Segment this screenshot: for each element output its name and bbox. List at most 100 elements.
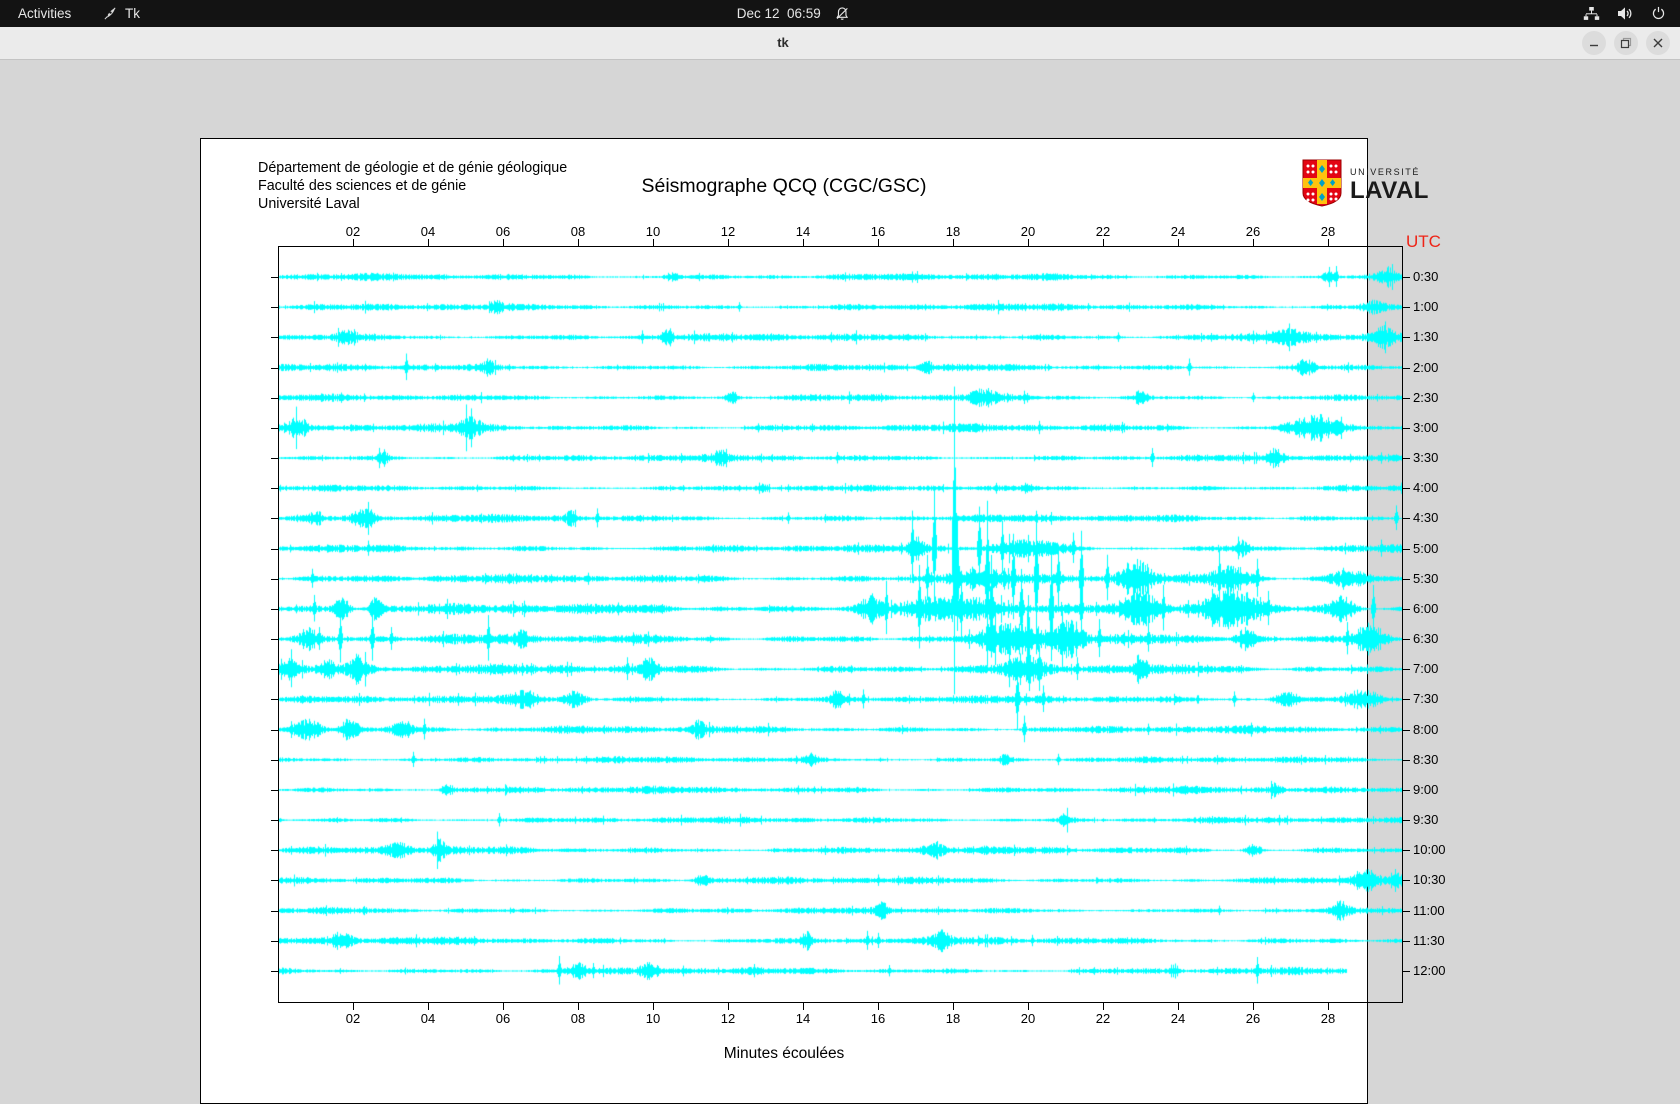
row-tick-right (1403, 368, 1410, 369)
row-tick-right (1403, 941, 1410, 942)
x-tick-bottom (1253, 1003, 1254, 1010)
row-time-label: 10:30 (1413, 872, 1446, 888)
row-tick-left (271, 880, 278, 881)
row-tick-left (271, 368, 278, 369)
row-time-label: 10:00 (1413, 842, 1446, 858)
row-tick-left (271, 699, 278, 700)
x-tick-label-bottom: 24 (1171, 1011, 1185, 1026)
row-tick-right (1403, 579, 1410, 580)
laval-shield-icon (1302, 159, 1342, 212)
row-tick-right (1403, 518, 1410, 519)
row-tick-right (1403, 850, 1410, 851)
row-tick-left (271, 549, 278, 550)
row-time-label: 2:30 (1413, 390, 1438, 406)
clock-text: Dec 12 06:59 (737, 6, 821, 21)
x-tick-label-top: 18 (946, 224, 960, 239)
logo-laval-text: LAVAL (1350, 179, 1429, 203)
x-tick-label-top: 16 (871, 224, 885, 239)
row-tick-left (271, 398, 278, 399)
row-time-label: 4:30 (1413, 510, 1438, 526)
close-button[interactable] (1646, 31, 1670, 55)
x-tick-label-bottom: 18 (946, 1011, 960, 1026)
x-tick-label-top: 04 (421, 224, 435, 239)
power-icon (1651, 6, 1666, 21)
row-tick-left (271, 458, 278, 459)
minimize-button[interactable] (1582, 31, 1606, 55)
volume-icon (1617, 6, 1634, 21)
row-tick-right (1403, 609, 1410, 610)
row-tick-right (1403, 428, 1410, 429)
x-tick-bottom (728, 1003, 729, 1010)
focused-app-menu[interactable]: Tk (103, 0, 140, 27)
x-tick-top (653, 239, 654, 246)
x-tick-label-bottom: 08 (571, 1011, 585, 1026)
window-title: tk (0, 27, 1566, 59)
row-time-label: 12:00 (1413, 963, 1446, 979)
row-time-label: 11:30 (1413, 933, 1445, 949)
row-time-label: 4:00 (1413, 480, 1438, 496)
row-tick-right (1403, 549, 1410, 550)
row-time-label: 6:30 (1413, 631, 1438, 647)
row-tick-left (271, 428, 278, 429)
x-tick-top (953, 239, 954, 246)
x-tick-top (1178, 239, 1179, 246)
row-time-label: 1:00 (1413, 299, 1438, 315)
x-tick-label-top: 08 (571, 224, 585, 239)
row-tick-right (1403, 669, 1410, 670)
row-time-label: 2:00 (1413, 360, 1438, 376)
x-tick-label-bottom: 10 (646, 1011, 660, 1026)
row-tick-right (1403, 488, 1410, 489)
x-tick-label-top: 20 (1021, 224, 1035, 239)
logo-universite-text: UNIVERSITÉ (1350, 168, 1429, 177)
page-title: Séismographe QCQ (CGC/GSC) (201, 175, 1367, 198)
window-content: Département de géologie et de génie géol… (0, 60, 1680, 1050)
x-tick-bottom (953, 1003, 954, 1010)
row-tick-right (1403, 699, 1410, 700)
x-tick-label-bottom: 22 (1096, 1011, 1110, 1026)
row-time-label: 8:00 (1413, 722, 1438, 738)
row-tick-right (1403, 790, 1410, 791)
x-tick-top (1328, 239, 1329, 246)
maximize-button[interactable] (1614, 31, 1638, 55)
row-tick-right (1403, 820, 1410, 821)
tk-app-icon (103, 6, 118, 21)
x-tick-label-bottom: 20 (1021, 1011, 1035, 1026)
x-tick-top (578, 239, 579, 246)
clock-menu[interactable]: Dec 12 06:59 (737, 0, 858, 27)
x-tick-bottom (353, 1003, 354, 1010)
row-tick-left (271, 941, 278, 942)
row-tick-left (271, 669, 278, 670)
window-titlebar[interactable]: tk (0, 27, 1680, 60)
x-tick-label-top: 12 (721, 224, 735, 239)
row-tick-left (271, 790, 278, 791)
x-tick-label-top: 22 (1096, 224, 1110, 239)
x-tick-label-bottom: 06 (496, 1011, 510, 1026)
row-tick-right (1403, 730, 1410, 731)
row-time-label: 3:30 (1413, 450, 1438, 466)
x-tick-top (878, 239, 879, 246)
row-time-label: 1:30 (1413, 329, 1438, 345)
x-tick-label-top: 06 (496, 224, 510, 239)
row-time-label: 9:30 (1413, 812, 1438, 828)
x-tick-label-top: 10 (646, 224, 660, 239)
seismograph-page: Département de géologie et de génie géol… (200, 138, 1368, 1104)
row-time-label: 6:00 (1413, 601, 1438, 617)
gnome-top-bar: Activities Tk Dec 12 06:59 (0, 0, 1680, 27)
row-tick-left (271, 820, 278, 821)
network-wired-icon (1583, 6, 1600, 21)
x-tick-label-bottom: 04 (421, 1011, 435, 1026)
activities-button[interactable]: Activities (12, 0, 77, 27)
x-tick-label-top: 02 (346, 224, 360, 239)
row-tick-left (271, 971, 278, 972)
x-tick-bottom (878, 1003, 879, 1010)
x-tick-bottom (578, 1003, 579, 1010)
row-tick-left (271, 518, 278, 519)
row-tick-right (1403, 880, 1410, 881)
row-tick-right (1403, 911, 1410, 912)
x-tick-label-bottom: 14 (796, 1011, 810, 1026)
x-tick-top (428, 239, 429, 246)
row-tick-right (1403, 760, 1410, 761)
system-status-area[interactable] (1583, 0, 1666, 27)
x-tick-top (1253, 239, 1254, 246)
row-tick-left (271, 609, 278, 610)
